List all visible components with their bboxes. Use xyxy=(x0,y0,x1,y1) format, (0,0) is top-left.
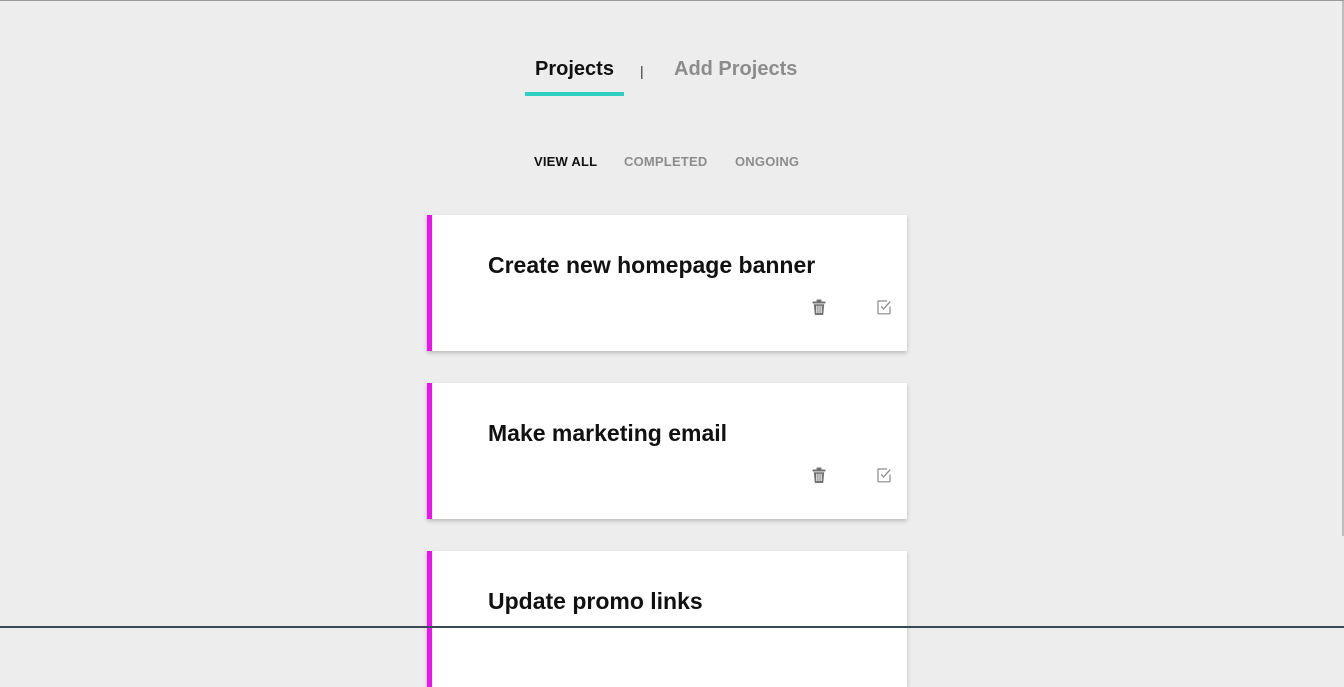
project-title: Create new homepage banner xyxy=(488,252,816,278)
project-filters: VIEW ALL COMPLETED ONGOING xyxy=(0,154,1344,174)
filter-view-all[interactable]: VIEW ALL xyxy=(534,154,597,169)
tab-divider: | xyxy=(640,63,644,79)
filter-ongoing[interactable]: ONGOING xyxy=(735,154,799,169)
filter-completed[interactable]: COMPLETED xyxy=(624,154,707,169)
trash-icon[interactable] xyxy=(810,298,828,316)
project-card: Make marketing email xyxy=(427,383,907,519)
trash-icon[interactable] xyxy=(810,466,828,484)
project-title: Update promo links xyxy=(488,588,703,614)
tab-add-projects[interactable]: Add Projects xyxy=(674,57,797,81)
project-tabs: Projects | Add Projects xyxy=(0,57,1344,97)
project-card: Create new homepage banner xyxy=(427,215,907,351)
checkbox-check-icon[interactable] xyxy=(875,298,893,316)
project-card: Update promo links xyxy=(427,551,907,687)
tab-projects[interactable]: Projects xyxy=(525,57,624,81)
active-tab-underline xyxy=(525,92,624,96)
checkbox-check-icon[interactable] xyxy=(875,466,893,484)
project-title: Make marketing email xyxy=(488,420,728,446)
